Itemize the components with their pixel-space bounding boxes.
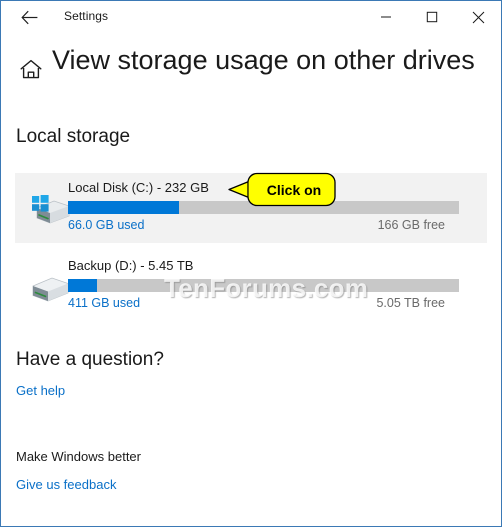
maximize-button[interactable] (409, 1, 455, 33)
drive-name: Local Disk (C:) - 232 GB (68, 180, 209, 195)
window-controls (363, 1, 501, 33)
give-us-feedback-link[interactable]: Give us feedback (16, 477, 116, 492)
storage-bar-track (68, 279, 459, 292)
back-button[interactable] (9, 3, 49, 31)
home-icon[interactable] (18, 56, 44, 82)
hard-drive-windows-icon (27, 190, 73, 226)
page-title: View storage usage on other drives (52, 45, 475, 75)
drive-name: Backup (D:) - 5.45 TB (68, 258, 194, 273)
page-header: View storage usage on other drives (1, 45, 501, 89)
storage-bar-fill (68, 201, 180, 214)
used-space-label: 66.0 GB used (68, 218, 145, 232)
local-storage-heading: Local storage (16, 126, 131, 147)
have-a-question-heading: Have a question? (16, 349, 164, 370)
close-button[interactable] (455, 1, 501, 33)
hard-drive-icon (27, 268, 73, 304)
free-space-label: 166 GB free (377, 218, 445, 232)
drive-row-local-disk-c[interactable]: Local Disk (C:) - 232 GB 66.0 GB used 16… (15, 173, 487, 243)
storage-bar-track (68, 201, 459, 214)
drive-row-backup-d[interactable]: Backup (D:) - 5.45 TB 411 GB used 5.05 T… (15, 251, 487, 321)
used-space-label: 411 GB used (68, 296, 141, 310)
settings-window: Settings View storage usage on other dri… (0, 0, 502, 527)
app-title: Settings (64, 9, 109, 23)
title-bar: Settings (1, 1, 501, 33)
get-help-link[interactable]: Get help (16, 383, 65, 398)
free-space-label: 5.05 TB free (376, 296, 445, 310)
minimize-button[interactable] (363, 1, 409, 33)
storage-bar-fill (68, 279, 97, 292)
make-windows-better-label: Make Windows better (16, 449, 141, 464)
